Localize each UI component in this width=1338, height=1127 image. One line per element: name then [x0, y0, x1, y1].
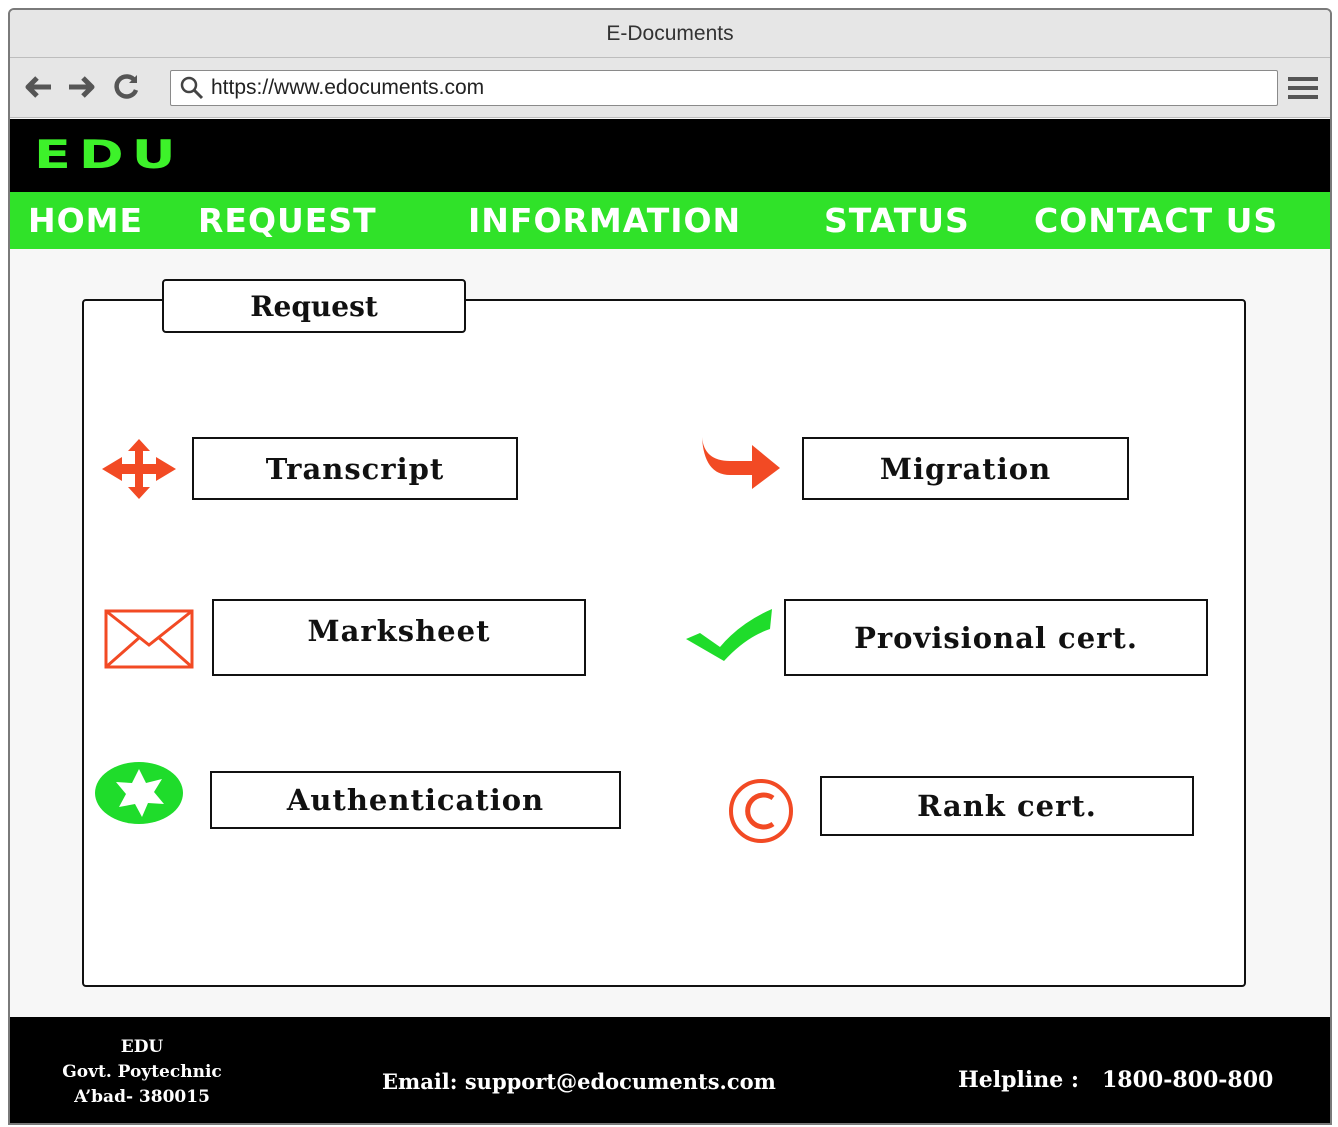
nav-information[interactable]: INFORMATION: [468, 192, 741, 249]
hamburger-menu-icon[interactable]: [1288, 74, 1318, 102]
checkmark-icon: [686, 609, 772, 661]
footer-address: EDU Govt. Poytechnic A’bad- 380015: [22, 1035, 262, 1110]
authentication-button[interactable]: Authentication: [210, 771, 621, 829]
browser-window: E-Documents https://www.edocuments.com E…: [8, 8, 1332, 1125]
address-bar[interactable]: https://www.edocuments.com: [170, 70, 1278, 106]
window-title: E-Documents: [10, 10, 1330, 58]
provisional-cert-button[interactable]: Provisional cert.: [784, 599, 1208, 676]
nav-home[interactable]: HOME: [28, 192, 143, 249]
curved-arrow-icon: [702, 437, 780, 489]
nav-status[interactable]: STATUS: [824, 192, 970, 249]
nav-contact-us[interactable]: CONTACT US: [1034, 192, 1278, 249]
rank-cert-button[interactable]: Rank cert.: [820, 776, 1194, 836]
star-badge-icon: [95, 762, 183, 824]
url-text: https://www.edocuments.com: [211, 76, 485, 99]
marksheet-button[interactable]: Marksheet: [212, 599, 586, 676]
request-panel-title: Request: [162, 279, 466, 333]
footer-address-line: Govt. Poytechnic: [62, 1062, 222, 1082]
back-arrow-icon[interactable]: [24, 72, 54, 102]
site-footer: EDU Govt. Poytechnic A’bad- 380015 Email…: [10, 1017, 1330, 1123]
transcript-button[interactable]: Transcript: [192, 437, 518, 500]
nav-request[interactable]: REQUEST: [198, 192, 377, 249]
site-header: EDU: [10, 119, 1330, 192]
forward-arrow-icon[interactable]: [66, 72, 96, 102]
search-icon: [180, 76, 204, 100]
migration-button[interactable]: Migration: [802, 437, 1129, 500]
main-nav: HOME REQUEST INFORMATION STATUS CONTACT …: [10, 192, 1330, 249]
helpline-label: Helpline :: [958, 1067, 1080, 1093]
browser-toolbar: https://www.edocuments.com: [10, 58, 1330, 118]
envelope-icon: [104, 609, 194, 669]
site-logo[interactable]: EDU: [34, 132, 184, 178]
footer-email[interactable]: Email: support@edocuments.com: [382, 1069, 776, 1094]
move-arrows-icon: [102, 439, 176, 499]
footer-address-line: EDU: [120, 1037, 164, 1057]
page-content: Request Transcript Migration Marksheet P…: [10, 249, 1330, 1017]
helpline-number[interactable]: 1800-800-800: [1102, 1067, 1273, 1093]
reload-icon[interactable]: [112, 72, 142, 102]
copyright-icon: [729, 779, 793, 843]
footer-helpline: Helpline : 1800-800-800: [958, 1067, 1273, 1093]
footer-address-line: A’bad- 380015: [74, 1087, 210, 1107]
